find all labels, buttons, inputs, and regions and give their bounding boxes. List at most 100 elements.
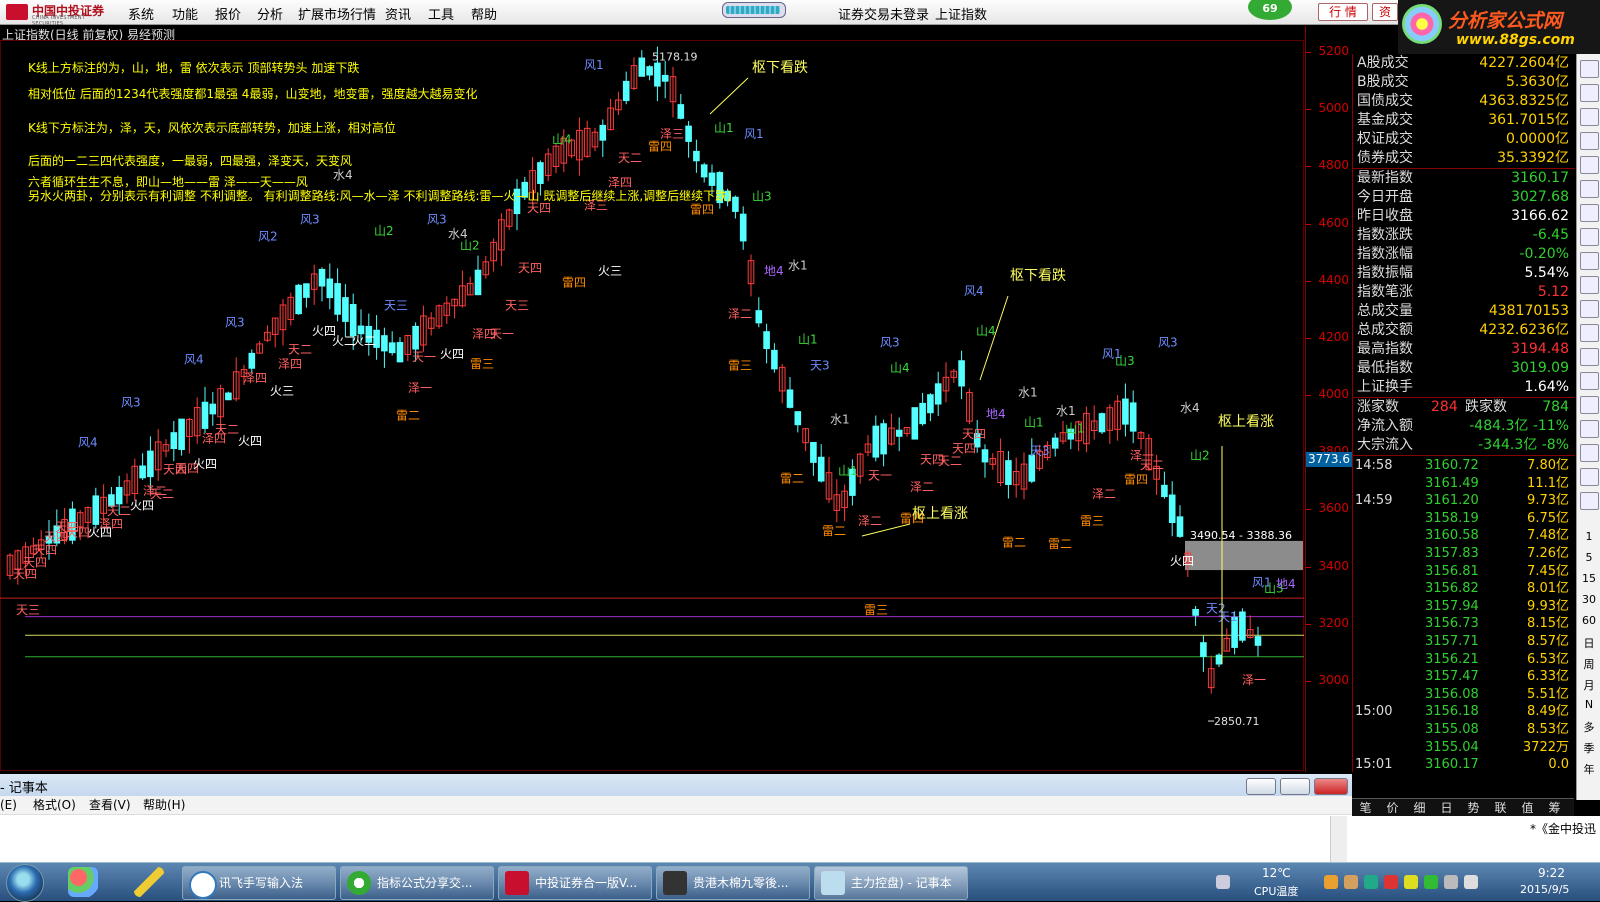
callout-label: 枢上看涨 [912,506,968,522]
quick-launch-brush-icon[interactable] [134,867,164,897]
f3-icon[interactable] [1580,372,1599,390]
calculator-icon[interactable] [1580,228,1599,246]
tray-shield-icon[interactable] [1424,875,1438,889]
f10-icon[interactable] [1580,108,1599,126]
tray-app-icon[interactable] [1324,875,1338,889]
task-formula-share[interactable]: 指标公式分享交... [340,866,494,900]
detail-tab[interactable]: 势 [1460,799,1487,817]
task-securities-app[interactable]: 中投证券合一版V... [498,866,652,900]
trigram-marker: 泽三 [660,127,684,141]
pen-icon[interactable] [1580,492,1599,510]
start-button[interactable] [6,864,44,902]
trigram-marker: 火四 [1170,554,1194,568]
detail-tab[interactable]: 细 [1406,799,1433,817]
maximize-button[interactable] [1280,778,1310,795]
period-button[interactable]: 15 [1577,572,1600,585]
doc-icon[interactable] [1580,252,1599,270]
arrow-down-icon[interactable] [1580,84,1599,102]
alert-icon[interactable] [1580,444,1599,462]
tick-amount: 7.26亿 [1527,546,1569,561]
menu-help-notepad[interactable]: 帮助(H) [143,796,185,814]
menu-system[interactable]: 系统 [128,4,154,23]
detail-tab[interactable]: 日 [1433,799,1460,817]
detail-tab[interactable]: 价 [1379,799,1406,817]
tray-security-icon[interactable] [1404,875,1418,889]
menu-function[interactable]: 功能 [172,4,198,23]
trigram-marker: 风4 [184,353,204,367]
tab-trade[interactable]: 资 [1372,3,1398,21]
menu-quote[interactable]: 报价 [215,4,241,23]
quote-label: 净流入额 [1357,418,1413,434]
period-button[interactable]: N [1577,698,1600,711]
menu-edit[interactable]: (E) [0,796,17,814]
detail-tab[interactable]: 值 [1514,799,1541,817]
f4-icon[interactable] [1580,396,1599,414]
legend-note: K线上方标注的为，山，地，雷 依次表示 顶部转势头 加速下跌 [28,60,359,75]
tab-quote[interactable]: 行 情 [1318,3,1368,21]
tick-mark [1306,566,1311,568]
quote-label: 基金成交 [1357,112,1413,128]
quote-label: 昨日收盘 [1357,208,1413,224]
checklist-icon[interactable] [1580,156,1599,174]
f1-icon[interactable] [1580,324,1599,342]
detail-tab[interactable]: 笔 [1352,799,1379,817]
crosshair-icon[interactable] [1580,468,1599,486]
candle-body [911,407,919,440]
menu-tools[interactable]: 工具 [428,4,454,23]
keyboard-icon[interactable] [1216,875,1230,889]
detail-tab[interactable]: 联 [1487,799,1514,817]
period-button[interactable]: 1 [1577,530,1600,543]
tray-volume-icon[interactable] [1464,875,1478,889]
menu-analysis[interactable]: 分析 [257,4,283,23]
menu-news[interactable]: 资讯 [385,4,411,23]
menu-format[interactable]: 格式(O) [33,796,76,814]
period-button[interactable]: 多 [1577,719,1600,735]
tray-user-icon[interactable] [1344,875,1358,889]
kline-chart[interactable]: 3490.54 - 3388.365178.192850.71天四天四天四天四天… [0,40,1305,772]
broker-footer-text[interactable]: *《金中投迅 [1530,820,1596,837]
period-button[interactable]: 季 [1577,740,1600,756]
menu-view[interactable]: 查看(V) [89,796,131,814]
period-button[interactable]: 年 [1577,761,1600,777]
candle-body [880,423,887,455]
list-icon[interactable] [1580,276,1599,294]
bar-chart-icon[interactable] [1580,204,1599,222]
tray-antivirus-icon[interactable] [1384,875,1398,889]
task-chat-window[interactable]: 贵港木棉九零後... [656,866,810,900]
legend-note: 后面的一二三四代表强度，一最弱，四最强，泽变天，天变风 [28,153,352,168]
task-ifly-input[interactable]: 讯飞手写输入法 [182,866,336,900]
index-row: 昨日收盘 3166.62 [1353,207,1575,226]
arrow-up-icon[interactable] [1580,60,1599,78]
menu-help[interactable]: 帮助 [471,4,497,23]
notification-badge[interactable]: 69 [1248,0,1292,20]
rsi-icon[interactable] [1580,420,1599,438]
period-button[interactable]: 日 [1577,635,1600,651]
line-chart-icon[interactable] [1580,180,1599,198]
minimize-button[interactable] [1246,778,1276,795]
period-button[interactable]: 60 [1577,614,1600,627]
notepad-scrollbar[interactable] [1330,816,1347,862]
browser-icon [347,871,371,895]
period-button[interactable]: 月 [1577,677,1600,693]
trade-login-status[interactable]: 证券交易未登录 [838,4,929,23]
menu-extended-market[interactable]: 扩展市场行情 [298,4,376,23]
detail-tab[interactable]: 筹 [1541,799,1568,817]
close-button[interactable] [1314,778,1348,795]
f2-icon[interactable] [1580,348,1599,366]
period-button[interactable]: 5 [1577,551,1600,564]
period-button[interactable]: 30 [1577,593,1600,606]
candle-body [303,283,310,298]
index-row: 总成交额 4232.6236亿 [1353,321,1575,340]
clock-time[interactable]: 9:22 [1538,866,1565,880]
quote-value: 1.64% [1524,379,1569,395]
period-button[interactable]: 周 [1577,656,1600,672]
task-notepad[interactable]: 主力控盘) - 记事本 [814,866,968,900]
quick-launch-browser-icon[interactable] [68,867,98,897]
advancers-label: 涨家数 [1357,399,1399,415]
tray-display-icon[interactable] [1444,875,1458,889]
notepad-titlebar[interactable]: - 记事本 [0,774,1352,797]
clock-date[interactable]: 2015/9/5 [1520,883,1569,896]
news-icon[interactable] [1580,300,1599,318]
tray-network-icon[interactable] [1364,875,1378,889]
report-icon[interactable] [1580,132,1599,150]
